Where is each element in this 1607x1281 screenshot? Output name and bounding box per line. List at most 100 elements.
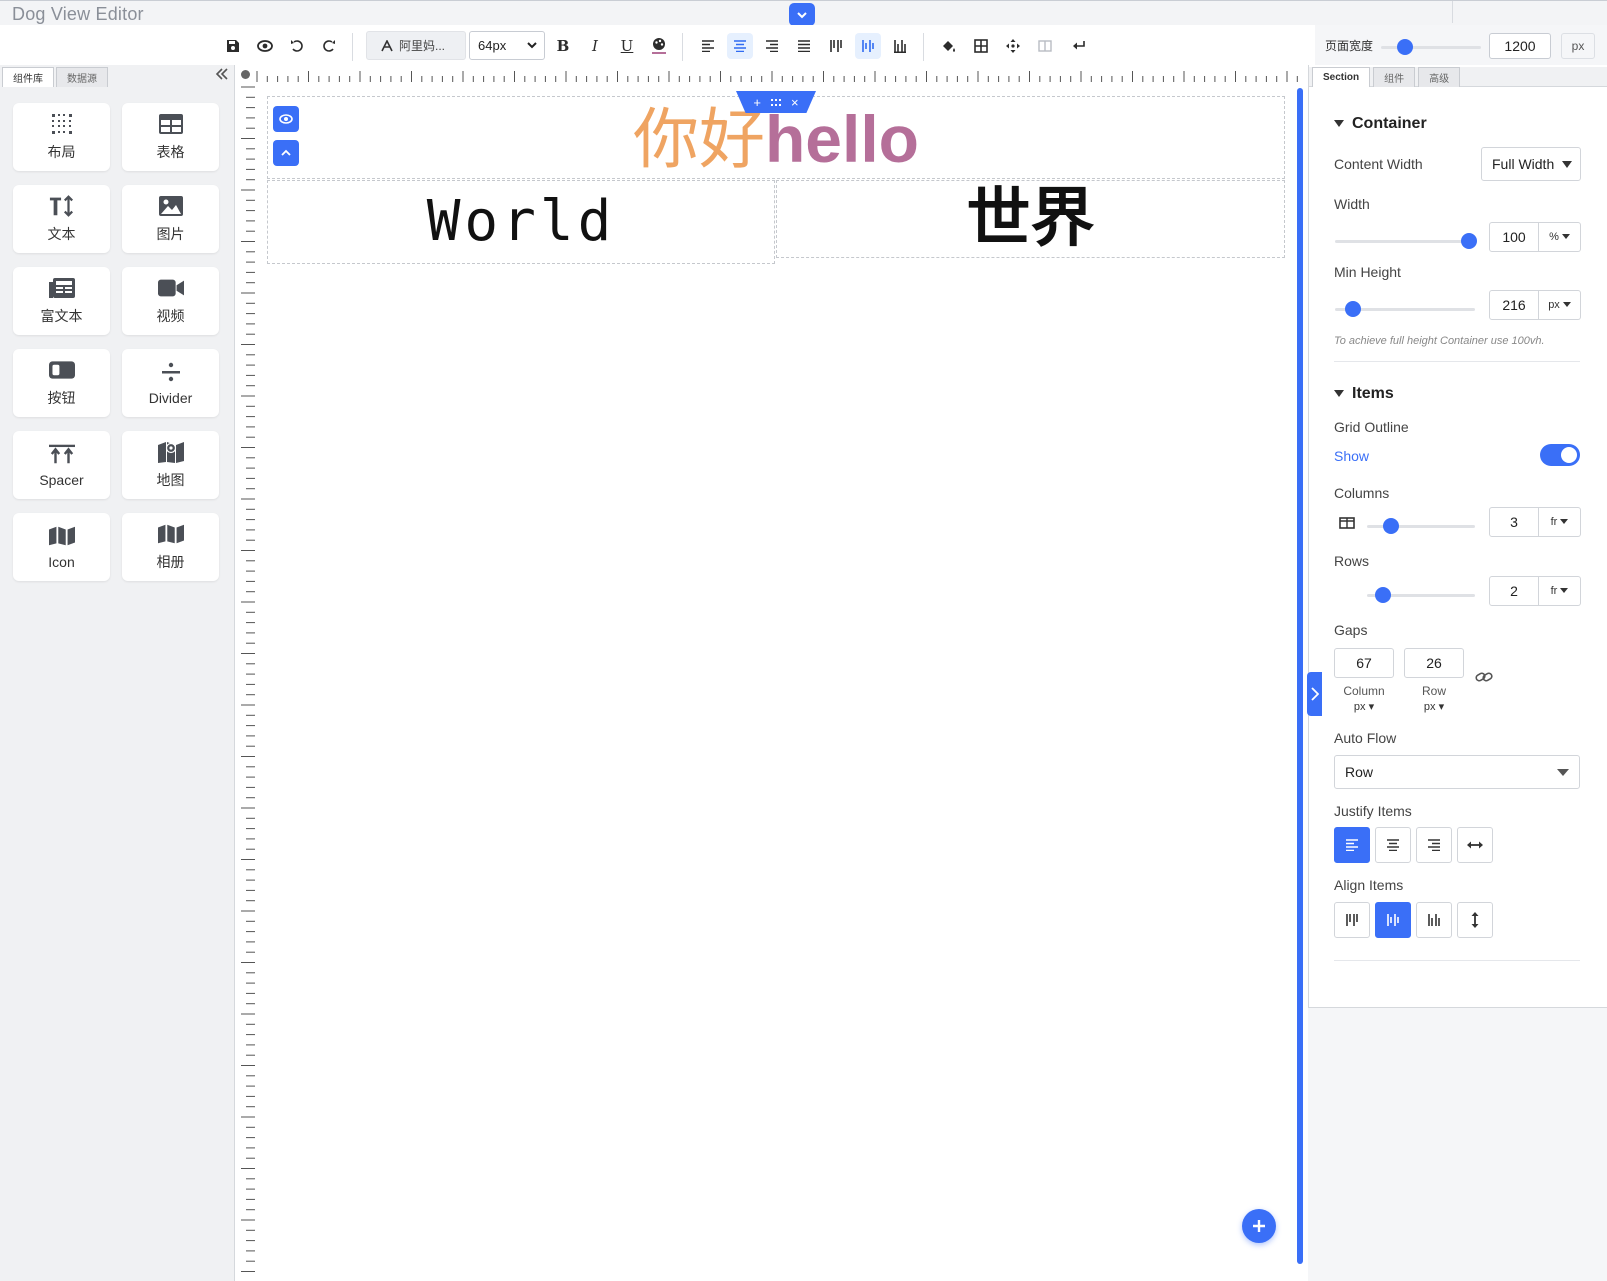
gap-row-unit-select[interactable]: px ▾ [1404,700,1464,713]
underline-button[interactable]: U [614,33,640,59]
tab-component[interactable]: 组件 [1373,67,1416,87]
grid-outline-toggle[interactable] [1540,444,1580,466]
min-height-input-group: 216 px [1489,290,1581,320]
rows-input[interactable]: 2 [1489,576,1539,606]
cell-text[interactable]: 世界 [777,181,1284,257]
container-section-header[interactable]: Container [1334,115,1427,133]
rows-unit-select[interactable]: fr [1539,576,1581,606]
font-family-select[interactable]: 阿里妈... [366,31,466,60]
tab-components[interactable]: 组件库 [2,67,54,87]
component-image[interactable]: 图片 [122,185,219,253]
align-center-button[interactable] [1375,902,1411,938]
add-section-button[interactable] [1242,1209,1276,1243]
undo-button[interactable] [284,33,310,59]
italic-button[interactable]: I [582,33,608,59]
grid-cell[interactable]: World [267,180,775,264]
valign-top-button[interactable] [823,33,849,59]
items-section-header[interactable]: Items [1334,385,1394,403]
columns-unit-select[interactable]: fr [1539,507,1581,537]
component-video[interactable]: 视频 [122,267,219,335]
min-height-slider-knob[interactable] [1345,301,1361,317]
content-width-label: Content Width [1334,156,1423,172]
redo-icon [323,40,335,52]
gap-column-input[interactable]: 67 [1334,648,1394,678]
redo-button[interactable] [316,33,342,59]
collapse-panel-button[interactable] [1307,672,1322,716]
component-icon[interactable]: Icon [13,513,110,581]
component-spacer[interactable]: Spacer [13,431,110,499]
min-height-unit-select[interactable]: px [1539,290,1581,320]
collapse-sidebar-button[interactable] [213,65,231,83]
justify-start-button[interactable] [1334,827,1370,863]
component-text[interactable]: 文本 [13,185,110,253]
component-label: Icon [48,554,75,570]
add-icon[interactable]: + [753,95,761,110]
width-slider-track[interactable] [1335,240,1467,243]
justify-end-button[interactable] [1416,827,1452,863]
component-layout[interactable]: 布局 [13,103,110,171]
align-center-button[interactable] [727,33,753,59]
text-color-button[interactable] [646,33,672,59]
component-map[interactable]: 地图 [122,431,219,499]
preview-button[interactable] [252,33,278,59]
page-width-slider-track[interactable] [1381,46,1481,49]
fill-color-button[interactable] [936,33,962,59]
gap-row-input[interactable]: 26 [1404,648,1464,678]
component-richtext[interactable]: 富文本 [13,267,110,335]
horizontal-ruler[interactable] [255,67,1305,83]
canvas[interactable] [256,85,1301,1281]
columns-input[interactable]: 3 [1489,507,1539,537]
drag-handle-icon[interactable] [771,95,781,110]
align-start-button[interactable] [1334,902,1370,938]
table-button[interactable] [968,33,994,59]
width-slider-knob[interactable] [1461,233,1477,249]
tab-advanced[interactable]: 高级 [1418,67,1461,87]
valign-middle-button[interactable] [855,33,881,59]
component-label: Divider [148,390,193,406]
undo-icon [291,40,303,52]
rows-slider-knob[interactable] [1375,587,1391,603]
component-label: 富文本 [40,308,83,324]
component-divider[interactable]: Divider [122,349,219,417]
align-center-icon [1387,839,1399,851]
valign-bottom-button[interactable] [887,33,913,59]
columns-slider-knob[interactable] [1383,518,1399,534]
align-stretch-button[interactable] [1457,902,1493,938]
justify-center-button[interactable] [1375,827,1411,863]
close-icon[interactable]: × [791,95,799,110]
ruler-origin[interactable] [241,70,250,79]
auto-flow-select[interactable]: Row [1334,755,1580,789]
columns-button[interactable] [1032,33,1058,59]
move-button[interactable] [1000,33,1026,59]
tab-section[interactable]: Section [1312,67,1371,87]
newline-button[interactable] [1066,33,1092,59]
grid-outline-label: Grid Outline [1334,419,1409,435]
move-up-button[interactable] [273,140,299,166]
width-unit-select[interactable]: % [1539,222,1581,252]
bold-button[interactable]: B [550,33,576,59]
component-album[interactable]: 相册 [122,513,219,581]
cell-text[interactable]: World [268,189,774,254]
component-button[interactable]: 按钮 [13,349,110,417]
gap-column-unit-select[interactable]: px ▾ [1334,700,1394,713]
min-height-input[interactable]: 216 [1489,290,1539,320]
grid-cell[interactable]: 世界 [776,180,1285,258]
align-end-button[interactable] [1416,902,1452,938]
page-width-input[interactable]: 1200 [1489,33,1551,59]
page-width-slider-knob[interactable] [1397,39,1413,55]
toggle-visibility-button[interactable] [273,106,299,132]
collapse-toolbar-button[interactable] [789,3,815,26]
align-left-button[interactable] [695,33,721,59]
width-input[interactable]: 100 [1489,222,1539,252]
tab-datasource[interactable]: 数据源 [56,67,108,87]
vertical-ruler[interactable] [236,85,256,1281]
content-width-select[interactable]: Full Width [1481,147,1581,181]
component-table[interactable]: 表格 [122,103,219,171]
link-gaps-button[interactable] [1475,670,1493,689]
align-right-button[interactable] [759,33,785,59]
save-button[interactable] [220,33,246,59]
font-size-select[interactable]: 64px [469,31,545,60]
paint-bucket-icon [943,41,955,52]
align-justify-button[interactable] [791,33,817,59]
justify-stretch-button[interactable] [1457,827,1493,863]
